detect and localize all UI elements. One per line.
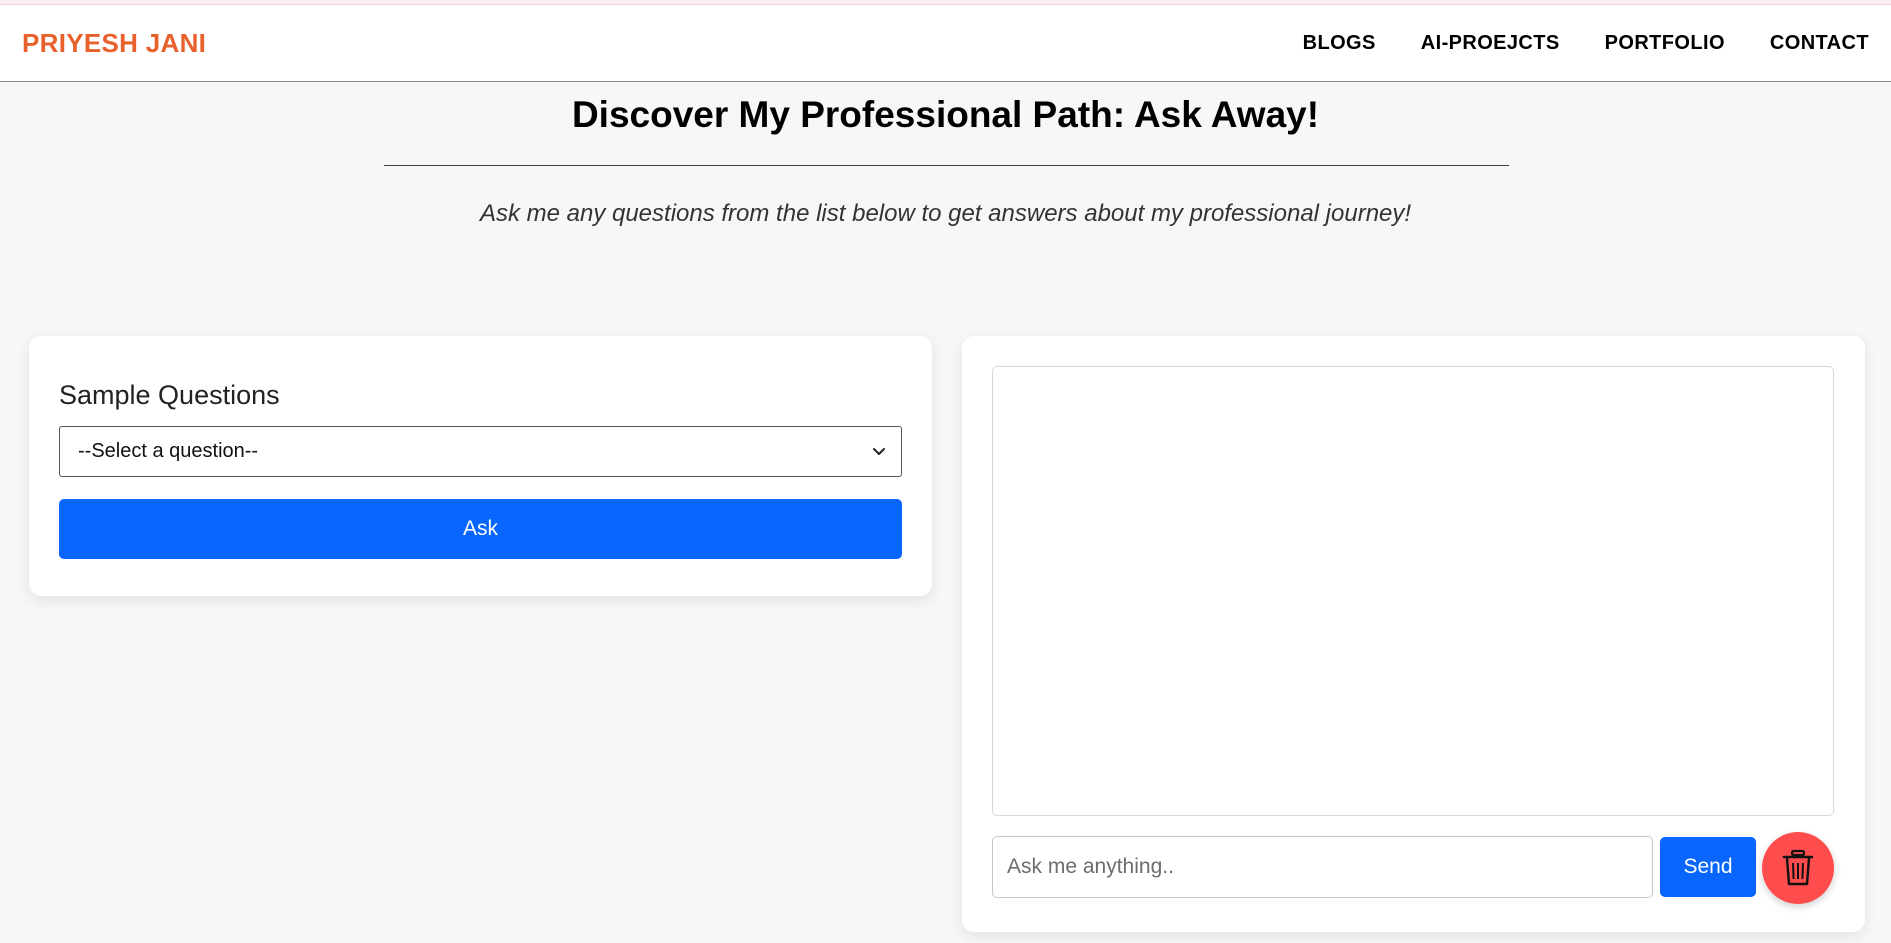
question-select[interactable]: --Select a question-- bbox=[59, 426, 902, 477]
sample-questions-card: Sample Questions --Select a question-- A… bbox=[29, 336, 932, 596]
chat-card: Ask me anything.. Send bbox=[962, 336, 1865, 932]
nav-link-contact[interactable]: CONTACT bbox=[1770, 32, 1869, 55]
trash-icon bbox=[1782, 849, 1814, 886]
nav-link-portfolio[interactable]: PORTFOLIO bbox=[1605, 32, 1725, 55]
navbar: PRIYESH JANI BLOGS AI-PROEJCTS PORTFOLIO… bbox=[0, 5, 1891, 82]
sample-questions-label: Sample Questions bbox=[59, 380, 280, 410]
brand-logo[interactable]: PRIYESH JANI bbox=[22, 28, 206, 59]
chat-input-placeholder: Ask me anything.. bbox=[1007, 855, 1174, 878]
clear-chat-button[interactable] bbox=[1762, 832, 1834, 904]
nav-link-ai-projects[interactable]: AI-PROEJCTS bbox=[1421, 32, 1560, 55]
nav-links: BLOGS AI-PROEJCTS PORTFOLIO CONTACT bbox=[1303, 32, 1869, 55]
ask-button[interactable]: Ask bbox=[59, 499, 902, 559]
chat-input[interactable]: Ask me anything.. bbox=[992, 836, 1653, 898]
chevron-down-icon bbox=[873, 448, 885, 455]
nav-link-blogs[interactable]: BLOGS bbox=[1303, 32, 1376, 55]
send-button[interactable]: Send bbox=[1660, 837, 1756, 897]
page-subtitle: Ask me any questions from the list below… bbox=[479, 200, 1412, 227]
question-select-value: --Select a question-- bbox=[78, 440, 259, 462]
page-title: Discover My Professional Path: Ask Away! bbox=[571, 94, 1320, 135]
chat-messages-area[interactable] bbox=[992, 366, 1834, 816]
title-divider bbox=[384, 165, 1509, 166]
